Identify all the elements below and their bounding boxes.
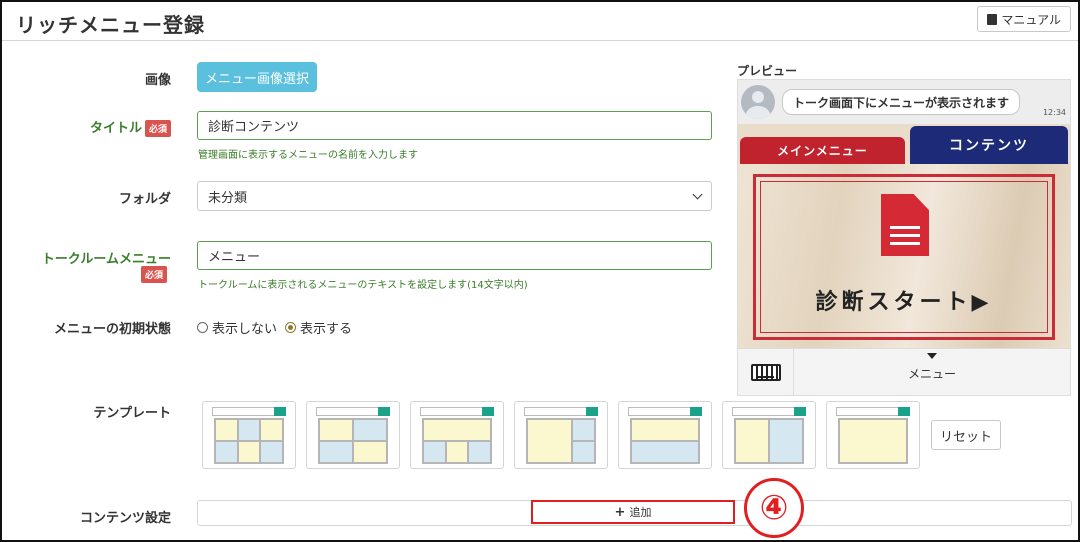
template-preview-bar: [420, 407, 494, 416]
rich-menu-image: メインメニュー コンテンツ 診断スタート▶: [738, 124, 1070, 348]
template-preview-bar: [628, 407, 702, 416]
template-option-6[interactable]: [722, 401, 816, 469]
title-help-text: 管理画面に表示するメニューの名前を入力します: [198, 150, 418, 161]
preview-menu-bar: メニュー: [738, 348, 1070, 395]
template-grid: [526, 418, 596, 464]
menu-tab-contents: コンテンツ: [910, 126, 1068, 164]
template-option-5[interactable]: [618, 401, 712, 469]
template-grid: [422, 418, 492, 464]
initial-state-label: メニューの初期状態: [53, 322, 171, 337]
template-grid: [318, 418, 388, 464]
add-content-button[interactable]: + 追加: [531, 500, 735, 524]
image-label: 画像: [144, 73, 171, 88]
menu-cta-text: 診断スタート▶: [815, 290, 993, 315]
template-preview-bar: [836, 407, 910, 416]
radio-hide[interactable]: [197, 322, 208, 333]
preview-chat-area: トーク画面下にメニューが表示されます 12:34: [738, 80, 1070, 124]
document-icon: [881, 194, 929, 256]
chat-timestamp: 12:34: [1042, 108, 1066, 117]
radio-hide-label[interactable]: 表示しない: [212, 318, 277, 337]
template-grid: [630, 418, 700, 464]
radio-show[interactable]: [285, 322, 297, 333]
manual-button[interactable]: マニュアル: [977, 6, 1071, 32]
initial-state-radio-group: 表示しない 表示する: [197, 318, 352, 337]
template-preview-bar: [316, 407, 390, 416]
page-title: リッチメニュー登録: [16, 13, 205, 37]
template-option-2[interactable]: [306, 401, 400, 469]
preview-label: プレビュー: [737, 64, 798, 78]
book-icon: [987, 13, 998, 25]
radio-show-label[interactable]: 表示する: [300, 318, 352, 337]
talk-menu-help-text: トークルームに表示されるメニューのテキストを設定します(14文字以内): [198, 280, 528, 291]
template-list: [202, 401, 920, 469]
title-label: タイトル 必須: [90, 117, 171, 137]
template-preview-bar: [732, 407, 806, 416]
template-option-1[interactable]: [202, 401, 296, 469]
template-grid: [734, 418, 804, 464]
template-label: テンプレート: [93, 406, 171, 421]
contents-label: コンテンツ設定: [79, 511, 171, 526]
folder-select-value: 未分類: [208, 190, 248, 206]
plus-icon: +: [614, 504, 626, 520]
keyboard-icon: [751, 364, 781, 381]
template-preview-bar: [524, 407, 598, 416]
select-menu-image-button[interactable]: メニュー画像選択: [197, 62, 317, 92]
template-option-3[interactable]: [410, 401, 504, 469]
chevron-down-icon: [692, 189, 703, 200]
template-grid: [214, 418, 284, 464]
talk-menu-input[interactable]: メニュー: [197, 241, 712, 270]
menu-toggle-label[interactable]: メニュー: [794, 365, 1070, 382]
folder-select[interactable]: 未分類: [197, 181, 712, 211]
required-badge: 必須: [144, 120, 171, 137]
keyboard-toggle[interactable]: [738, 349, 794, 395]
title-label-text: タイトル: [89, 121, 142, 136]
template-option-7[interactable]: [826, 401, 920, 469]
template-option-4[interactable]: [514, 401, 608, 469]
template-reset-button[interactable]: リセット: [931, 420, 1001, 450]
required-badge: 必須: [141, 266, 168, 283]
step-annotation: ④: [744, 478, 804, 538]
manual-button-label: マニュアル: [1001, 12, 1061, 27]
talk-menu-label: トークルームメニュー: [41, 252, 171, 267]
template-grid: [838, 418, 908, 464]
title-input[interactable]: 診断コンテンツ: [197, 111, 712, 140]
preview-panel: トーク画面下にメニューが表示されます 12:34 メインメニュー コンテンツ 診…: [737, 79, 1071, 396]
folder-label: フォルダ: [118, 192, 171, 207]
add-content-label: 追加: [629, 506, 652, 519]
menu-tab-main: メインメニュー: [740, 137, 905, 164]
template-preview-bar: [212, 407, 286, 416]
chat-bubble: トーク画面下にメニューが表示されます: [782, 89, 1021, 115]
title-divider: [2, 40, 1078, 41]
avatar: [741, 85, 775, 119]
caret-down-icon: [927, 353, 937, 359]
